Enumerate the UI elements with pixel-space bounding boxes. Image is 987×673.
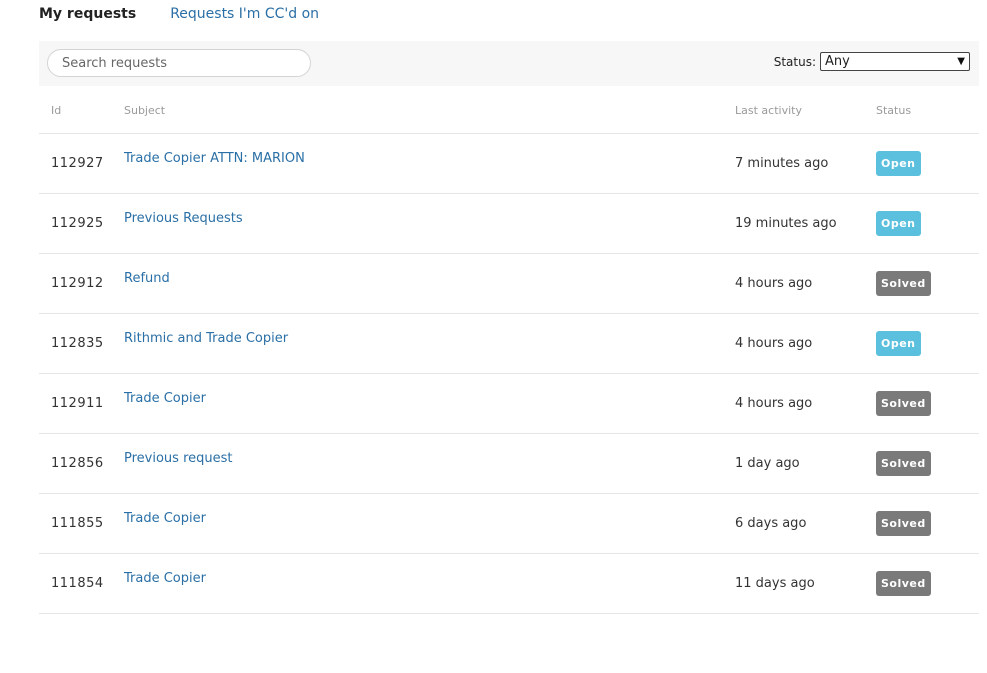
- table-row: 112835 Rithmic and Trade Copier 4 hours ag…: [39, 314, 979, 374]
- tab-requests-cc[interactable]: Requests I'm CC'd on: [170, 6, 319, 22]
- filter-bar: Status: Any ▼: [39, 41, 979, 86]
- status-select[interactable]: Any ▼: [820, 52, 970, 71]
- chevron-down-icon: ▼: [957, 56, 965, 67]
- table-row: 112856 Previous request 1 day ago Solved: [39, 434, 979, 494]
- request-id: 112856: [51, 456, 104, 471]
- table-row: 112912 Refund 4 hours ago Solved: [39, 254, 979, 314]
- request-subject-link[interactable]: Rithmic and Trade Copier: [124, 331, 288, 346]
- table-row: 111855 Trade Copier 6 days ago Solved: [39, 494, 979, 554]
- request-subject-link[interactable]: Trade Copier: [124, 571, 206, 586]
- table-row: 112927 Trade Copier ATTN: MARION 7 minutes…: [39, 134, 979, 194]
- status-badge: Solved: [876, 391, 931, 416]
- search-input[interactable]: [47, 49, 311, 77]
- table-row: 112925 Previous Requests 19 minutes ago Ope…: [39, 194, 979, 254]
- table-row: 111854 Trade Copier 11 days ago Solved: [39, 554, 979, 614]
- last-activity: 1 day ago: [735, 456, 800, 471]
- request-id: 111854: [51, 576, 104, 591]
- last-activity: 7 minutes ago: [735, 156, 829, 171]
- status-filter-label: Status:: [773, 54, 816, 69]
- header-status: Status: [876, 104, 912, 117]
- request-id: 112925: [51, 216, 104, 231]
- request-subject-link[interactable]: Previous Requests: [124, 211, 243, 226]
- header-last-activity: Last activity: [735, 104, 802, 117]
- table-header: Id Subject Last activity Status: [39, 86, 979, 134]
- status-filter: Status: Any ▼: [774, 52, 970, 71]
- tab-my-requests[interactable]: My requests: [39, 6, 136, 22]
- status-badge: Solved: [876, 451, 931, 476]
- request-subject-link[interactable]: Trade Copier: [124, 391, 206, 406]
- last-activity: 4 hours ago: [735, 336, 813, 351]
- status-badge: Solved: [876, 271, 931, 296]
- request-tabs: My requests Requests I'm CC'd on: [39, 4, 319, 24]
- request-subject-link[interactable]: Trade Copier: [124, 511, 206, 526]
- header-id: Id: [51, 104, 62, 117]
- status-badge: Open: [876, 151, 921, 176]
- last-activity: 4 hours ago: [735, 396, 813, 411]
- status-badge: Open: [876, 211, 921, 236]
- request-subject-link[interactable]: Trade Copier ATTN: MARION: [124, 151, 305, 166]
- status-badge: Solved: [876, 511, 931, 536]
- request-subject-link[interactable]: Previous request: [124, 451, 233, 466]
- request-id: 112927: [51, 156, 104, 171]
- header-subject: Subject: [124, 104, 166, 117]
- last-activity: 4 hours ago: [735, 276, 813, 291]
- request-id: 111855: [51, 516, 104, 531]
- last-activity: 19 minutes ago: [735, 216, 837, 231]
- status-badge: Open: [876, 331, 921, 356]
- request-id: 112912: [51, 276, 104, 291]
- last-activity: 6 days ago: [735, 516, 807, 531]
- request-id: 112835: [51, 336, 104, 351]
- status-badge: Solved: [876, 571, 931, 596]
- status-select-value: Any: [825, 54, 850, 69]
- table-body: 112927 Trade Copier ATTN: MARION 7 minutes…: [39, 134, 979, 614]
- last-activity: 11 days ago: [735, 576, 815, 591]
- table-row: 112911 Trade Copier 4 hours ago Solved: [39, 374, 979, 434]
- request-subject-link[interactable]: Refund: [124, 271, 170, 286]
- requests-table: Id Subject Last activity Status 112927 Tr…: [39, 86, 979, 614]
- request-id: 112911: [51, 396, 104, 411]
